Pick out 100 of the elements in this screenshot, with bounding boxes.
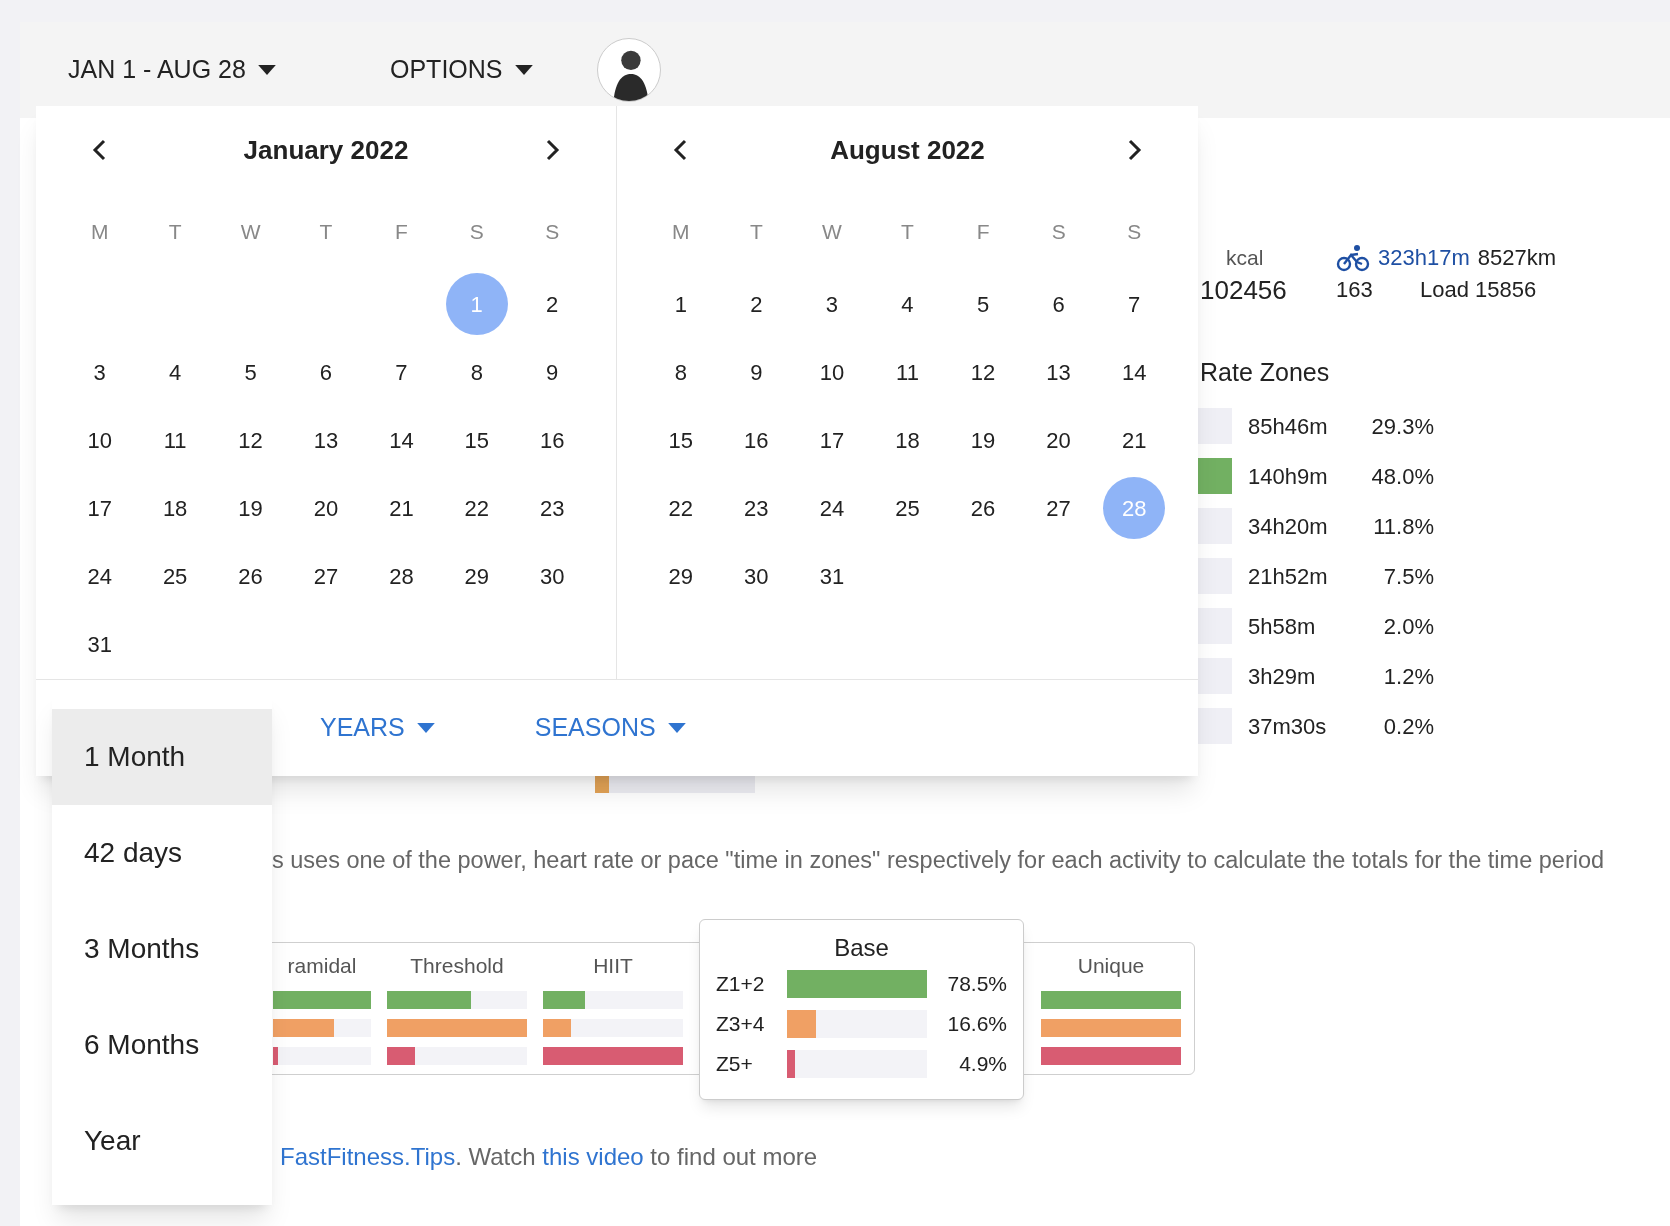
date-cell[interactable]: 23 [521, 477, 584, 539]
menu-item[interactable]: 42 days [52, 805, 272, 901]
date-cell[interactable]: 25 [876, 477, 939, 539]
date-cell[interactable]: 23 [725, 477, 788, 539]
date-cell[interactable]: 8 [649, 341, 712, 403]
date-cell[interactable]: 31 [68, 613, 131, 675]
tooltip-title: Base [833, 933, 890, 963]
date-cell[interactable]: 6 [1027, 273, 1090, 335]
date-cell[interactable]: 21 [370, 477, 433, 539]
activity-count: 163 [1336, 276, 1374, 304]
caret-icon [667, 722, 686, 734]
date-cell[interactable]: 3 [68, 341, 131, 403]
date-cell[interactable]: 30 [521, 545, 584, 607]
date-cell[interactable]: 11 [144, 409, 207, 471]
menu-item[interactable]: 3 Months [52, 901, 272, 997]
date-cell[interactable]: 10 [68, 409, 131, 471]
zone-percent: 78.5% [946, 971, 1007, 998]
date-cell[interactable]: 14 [370, 409, 433, 471]
date-cell[interactable]: 12 [219, 409, 282, 471]
date-cell[interactable]: 27 [294, 545, 357, 607]
date-cell[interactable]: 25 [144, 545, 207, 607]
date-cell[interactable]: 15 [445, 409, 508, 471]
zone-percent: 16.6% [946, 1011, 1007, 1038]
zone-time: 21h52m [1248, 562, 1329, 591]
date-cell[interactable]: 9 [521, 341, 584, 403]
date-cell[interactable]: 17 [68, 477, 131, 539]
seasons-button[interactable]: SEASONS [534, 709, 686, 747]
link[interactable]: this video [542, 1143, 644, 1170]
date-cell[interactable]: 28 [370, 545, 433, 607]
date-cell[interactable]: 20 [1027, 409, 1090, 471]
date-cell[interactable]: 16 [725, 409, 788, 471]
weekday-label: S [1050, 219, 1067, 246]
date-cell[interactable]: 3 [800, 273, 863, 335]
menu-item[interactable]: 1 Month [52, 709, 272, 805]
date-cell[interactable]: 26 [219, 545, 282, 607]
weekday-label: S [1126, 219, 1143, 246]
ride-time: 323h17m [1378, 244, 1470, 272]
description-text: s uses one of the power, heart rate or pace "time in zones" respectively for each activity to calculate the totals for the time period [272, 846, 1606, 875]
date-cell[interactable]: 18 [876, 409, 939, 471]
zone-percent: 2.0% [1382, 612, 1434, 641]
weekday-label: W [239, 219, 262, 246]
date-cell[interactable]: 27 [1027, 477, 1090, 539]
kcal-value: 102456 [1200, 274, 1288, 306]
date-cell[interactable]: 19 [952, 409, 1015, 471]
date-cell[interactable]: 29 [445, 545, 508, 607]
date-cell[interactable]: 4 [876, 273, 939, 335]
chevron-right-icon[interactable] [546, 139, 560, 161]
date-cell[interactable]: 19 [219, 477, 282, 539]
date-cell[interactable]: 7 [370, 341, 433, 403]
zone-label: Z1+2 [716, 971, 766, 998]
date-range-button[interactable]: JAN 1 - AUG 28 [68, 51, 390, 89]
date-cell[interactable]: 7 [1103, 273, 1166, 335]
options-button[interactable]: OPTIONS [390, 51, 597, 89]
date-cell[interactable]: 22 [649, 477, 712, 539]
date-cell[interactable]: 14 [1103, 341, 1166, 403]
weekday-label: T [318, 219, 334, 246]
month-title: August 2022 [830, 133, 985, 167]
date-cell[interactable]: 31 [800, 545, 863, 607]
date-cell[interactable]: 5 [952, 273, 1015, 335]
date-cell[interactable]: 29 [649, 545, 712, 607]
date-cell[interactable]: 17 [800, 409, 863, 471]
chevron-left-icon[interactable] [92, 139, 106, 161]
chevron-right-icon[interactable] [1128, 139, 1142, 161]
date-cell[interactable]: 11 [876, 341, 939, 403]
bicycle-icon [1336, 244, 1370, 272]
date-cell[interactable]: 2 [725, 273, 788, 335]
column-header: ramidal [286, 953, 358, 979]
date-cell[interactable]: 22 [445, 477, 508, 539]
date-cell[interactable]: 2 [521, 273, 584, 335]
years-button[interactable]: YEARS [320, 709, 435, 747]
date-cell[interactable]: 16 [521, 409, 584, 471]
zone-percent: 29.3% [1370, 412, 1434, 441]
date-cell[interactable]: 21 [1103, 409, 1166, 471]
date-cell[interactable]: 13 [294, 409, 357, 471]
date-cell[interactable]: 18 [144, 477, 207, 539]
info-text: FastFitness.Tips. Watch this video to find out more [280, 1142, 819, 1172]
date-cell[interactable]: 20 [294, 477, 357, 539]
caret-icon [257, 64, 276, 76]
date-cell[interactable]: 30 [725, 545, 788, 607]
date-cell[interactable]: 26 [952, 477, 1015, 539]
menu-item[interactable]: Year [52, 1093, 272, 1189]
date-cell[interactable]: 24 [68, 545, 131, 607]
date-cell[interactable]: 24 [800, 477, 863, 539]
caret-icon [514, 64, 533, 76]
date-cell[interactable]: 9 [725, 341, 788, 403]
date-cell[interactable]: 12 [952, 341, 1015, 403]
menu-item[interactable]: 6 Months [52, 997, 272, 1093]
date-cell[interactable]: 8 [445, 341, 508, 403]
date-cell[interactable]: 15 [649, 409, 712, 471]
date-cell[interactable]: 6 [294, 341, 357, 403]
zone-time: 85h46m [1248, 412, 1329, 441]
date-cell[interactable]: 1 [649, 273, 712, 335]
weekday-label: W [821, 219, 843, 246]
date-cell[interactable]: 4 [144, 341, 207, 403]
weekday-label: T [748, 219, 764, 246]
date-cell[interactable]: 13 [1027, 341, 1090, 403]
chevron-left-icon[interactable] [673, 139, 687, 161]
link[interactable]: FastFitness.Tips [280, 1143, 456, 1170]
date-cell[interactable]: 10 [800, 341, 863, 403]
date-cell[interactable]: 5 [219, 341, 282, 403]
